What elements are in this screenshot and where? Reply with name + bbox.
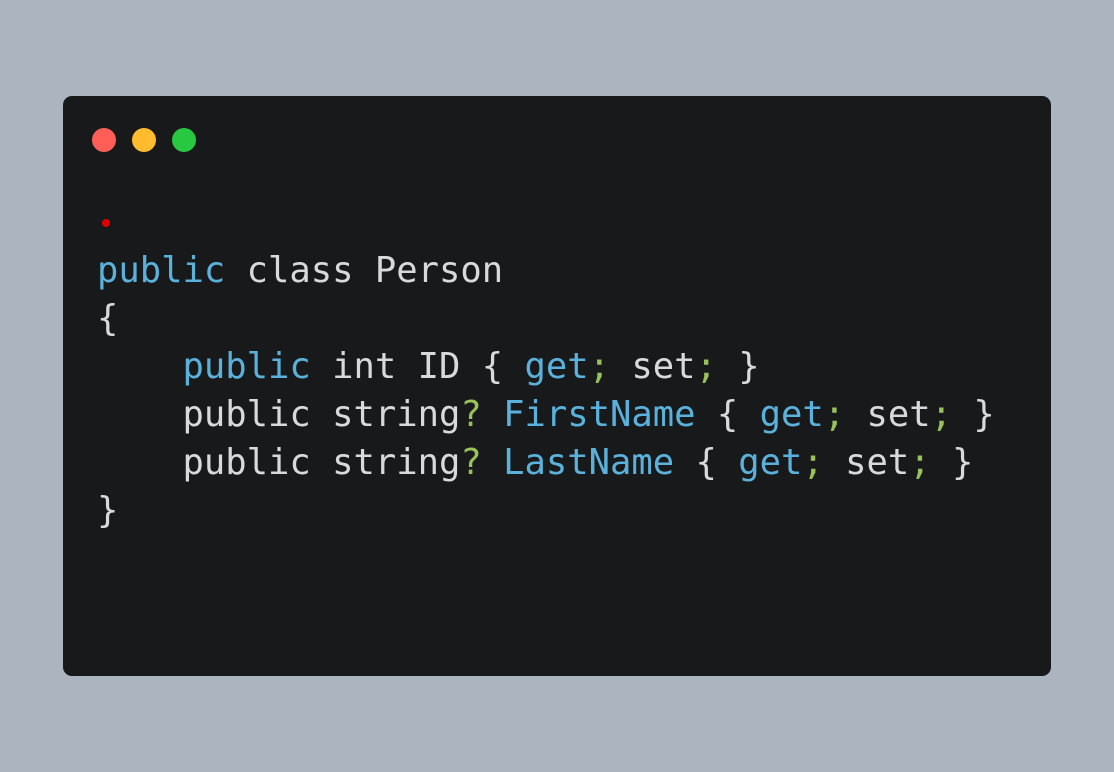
- code-token-plain: }: [951, 394, 995, 435]
- code-token-keyword: public: [182, 346, 311, 387]
- code-token-punct: ;: [823, 394, 846, 435]
- code-token-keyword: get: [759, 394, 824, 435]
- code-line: }: [97, 487, 995, 535]
- code-token-plain: set: [609, 346, 696, 387]
- window-controls: [92, 128, 196, 152]
- code-line: public string? LastName { get; set; }: [97, 439, 995, 487]
- code-token-keyword: LastName: [503, 442, 675, 483]
- code-token-keyword: get: [738, 442, 803, 483]
- code-token-plain: public string: [97, 394, 461, 435]
- code-token-punct: ;: [930, 394, 952, 435]
- code-token-plain: set: [823, 442, 910, 483]
- maximize-window-button[interactable]: [172, 128, 196, 152]
- code-token-plain: set: [845, 394, 931, 435]
- code-token-plain: }: [97, 490, 119, 531]
- code-token-keyword: get: [524, 346, 589, 387]
- code-line: {: [97, 295, 995, 343]
- code-block: public class Person{ public int ID { get…: [97, 247, 995, 535]
- close-window-button[interactable]: [92, 128, 116, 152]
- code-token-plain: public string: [97, 442, 461, 483]
- code-token-punct: ;: [588, 346, 610, 387]
- code-token-punct: ?: [460, 442, 482, 483]
- code-window: public class Person{ public int ID { get…: [63, 96, 1051, 676]
- code-token-plain: }: [716, 346, 760, 387]
- breakpoint-marker-icon: [102, 219, 110, 227]
- code-token-plain: class Person: [225, 250, 504, 291]
- code-line: public class Person: [97, 247, 995, 295]
- code-token-plain: {: [695, 394, 760, 435]
- code-token-keyword: FirstName: [503, 394, 696, 435]
- code-line: public string? FirstName { get; set; }: [97, 391, 995, 439]
- code-token-punct: ;: [695, 346, 717, 387]
- code-token-punct: ;: [802, 442, 824, 483]
- code-token-plain: {: [97, 298, 119, 339]
- code-token-punct: ;: [909, 442, 931, 483]
- code-token-plain: int ID {: [310, 346, 525, 387]
- code-token-plain: {: [674, 442, 739, 483]
- code-line: public int ID { get; set; }: [97, 343, 995, 391]
- code-token-keyword: public: [97, 250, 226, 291]
- code-token-punct: ?: [460, 394, 482, 435]
- code-token-plain: }: [930, 442, 974, 483]
- minimize-window-button[interactable]: [132, 128, 156, 152]
